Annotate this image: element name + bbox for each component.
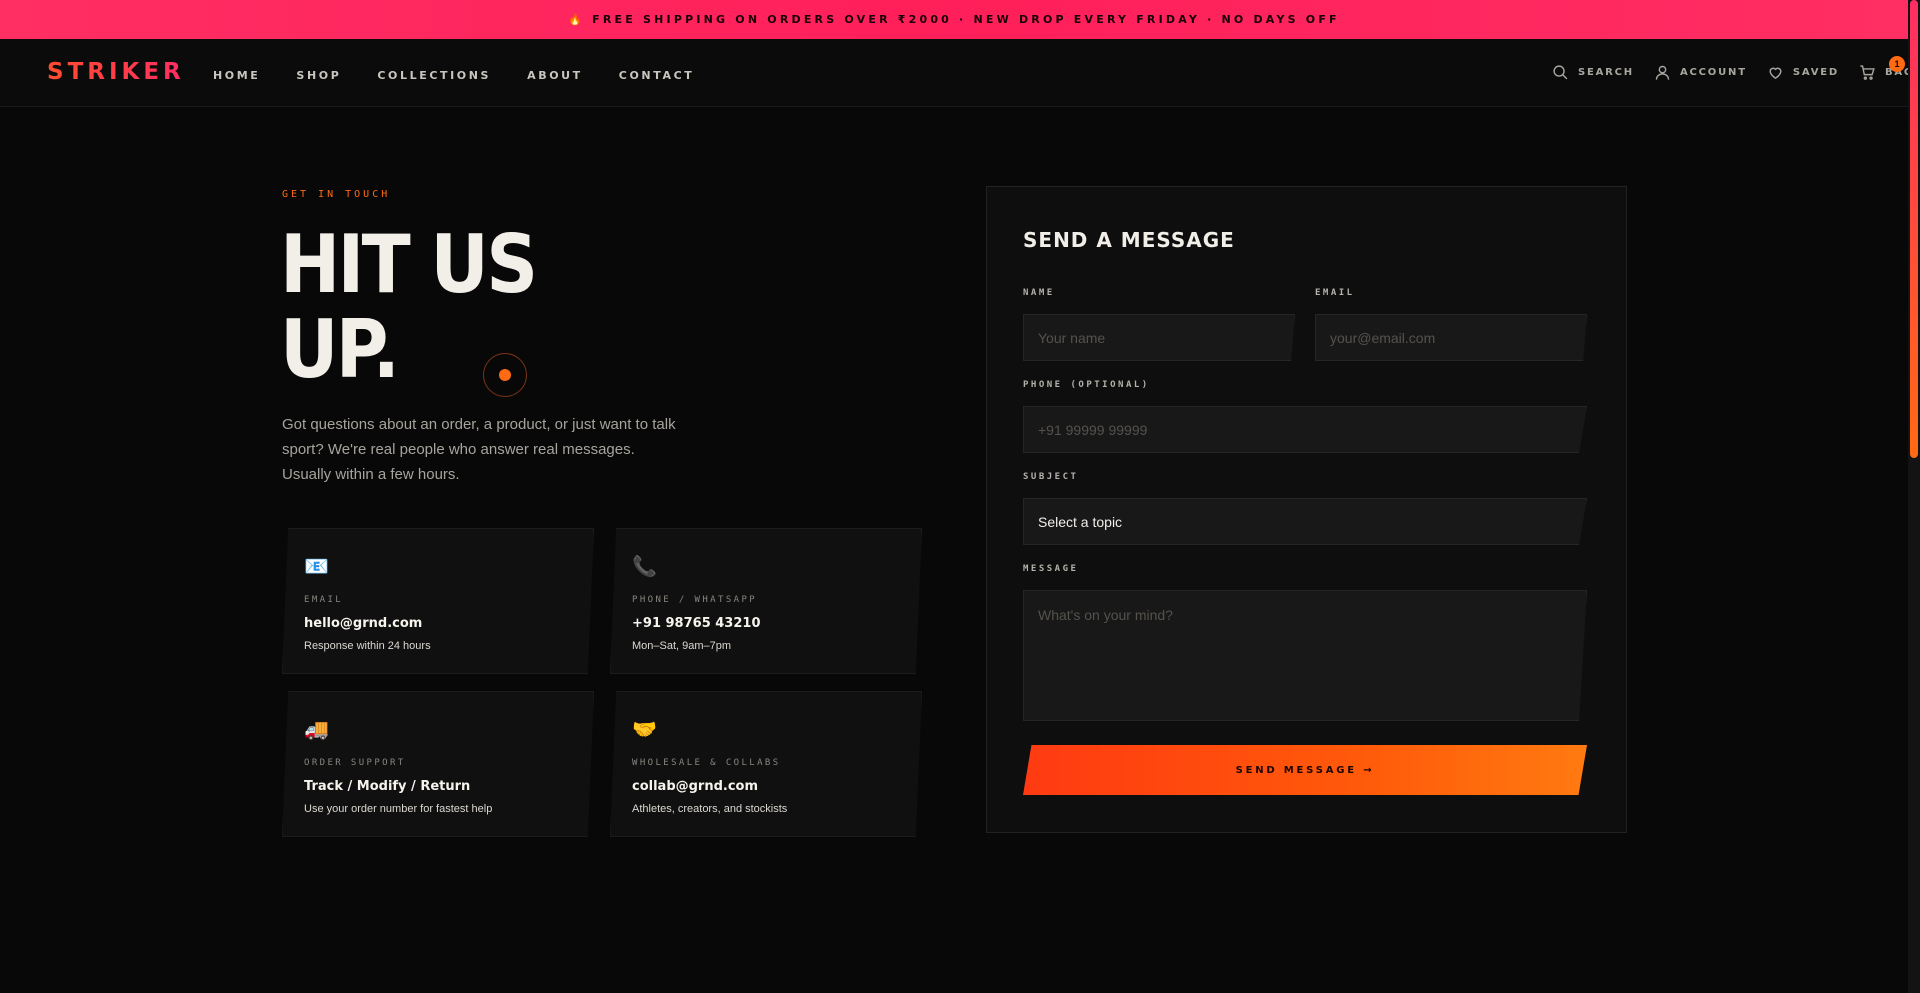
- contact-card-email[interactable]: 📧 EMAIL hello@grnd.com Response within 2…: [282, 528, 594, 674]
- contact-card-order-support[interactable]: 🚚 ORDER SUPPORT Track / Modify / Return …: [282, 691, 594, 837]
- top-navigation: STRIKER HOME SHOP COLLECTIONS ABOUT CONT…: [0, 39, 1912, 107]
- brand-logo[interactable]: STRIKER: [47, 59, 185, 85]
- subject-label: SUBJECT: [1023, 472, 1079, 482]
- cart-icon: [1860, 65, 1875, 80]
- account-button[interactable]: ACCOUNT: [1654, 64, 1747, 81]
- promo-banner: 🔥 FREE SHIPPING ON ORDERS OVER ₹2000 · N…: [0, 0, 1908, 39]
- card-label: PHONE / WHATSAPP: [632, 595, 758, 605]
- email-input[interactable]: [1315, 314, 1587, 361]
- form-title: SEND A MESSAGE: [1023, 228, 1235, 252]
- name-input[interactable]: [1023, 314, 1295, 361]
- contact-form: SEND A MESSAGE NAME EMAIL PHONE (OPTIONA…: [986, 186, 1627, 833]
- card-value[interactable]: Track / Modify / Return: [304, 779, 470, 794]
- card-value[interactable]: hello@grnd.com: [304, 616, 422, 631]
- saved-button[interactable]: SAVED: [1767, 64, 1839, 81]
- phone-input[interactable]: [1023, 406, 1587, 453]
- account-label: ACCOUNT: [1679, 67, 1747, 78]
- saved-label: SAVED: [1792, 67, 1839, 78]
- nav-about[interactable]: ABOUT: [527, 69, 583, 82]
- search-icon: [1553, 65, 1568, 80]
- handshake-icon: 🤝: [632, 719, 657, 741]
- message-textarea[interactable]: [1023, 590, 1587, 721]
- decorative-ring: [483, 353, 527, 397]
- decorative-dot: [499, 369, 511, 381]
- nav-home[interactable]: HOME: [213, 69, 260, 82]
- bag-count-badge: 1: [1888, 56, 1905, 72]
- card-subtext: Athletes, creators, and stockists: [632, 803, 788, 815]
- email-label: EMAIL: [1315, 288, 1355, 298]
- user-icon: [1655, 65, 1670, 80]
- nav-shop[interactable]: SHOP: [296, 69, 341, 82]
- section-eyebrow: GET IN TOUCH: [282, 189, 391, 200]
- card-value[interactable]: collab@grnd.com: [632, 779, 758, 794]
- subject-select[interactable]: Select a topic: [1023, 498, 1587, 545]
- promo-text: 🔥 FREE SHIPPING ON ORDERS OVER ₹2000 · N…: [568, 13, 1340, 26]
- message-label: MESSAGE: [1023, 564, 1079, 574]
- scrollbar-thumb[interactable]: [1910, 0, 1918, 458]
- nav-contact[interactable]: CONTACT: [619, 69, 695, 82]
- intro-text: Got questions about an order, a product,…: [282, 416, 676, 483]
- utility-nav: SEARCH ACCOUNT SAVED BAG 1: [1552, 56, 1920, 81]
- card-subtext: Mon–Sat, 9am–7pm: [632, 640, 732, 652]
- card-subtext: Use your order number for fastest help: [304, 803, 493, 815]
- card-label: EMAIL: [304, 595, 344, 605]
- email-icon: 📧: [304, 556, 329, 578]
- page-title-line-1: HIT US: [280, 218, 538, 311]
- card-label: ORDER SUPPORT: [304, 758, 406, 768]
- truck-icon: 🚚: [304, 719, 329, 741]
- send-message-button[interactable]: SEND MESSAGE →: [1023, 745, 1587, 795]
- card-subtext: Response within 24 hours: [304, 640, 431, 652]
- name-label: NAME: [1023, 288, 1055, 298]
- contact-card-wholesale[interactable]: 🤝 WHOLESALE & COLLABS collab@grnd.com At…: [610, 691, 922, 837]
- subject-selected-value: Select a topic: [1038, 513, 1123, 530]
- contact-card-phone[interactable]: 📞 PHONE / WHATSAPP +91 98765 43210 Mon–S…: [610, 528, 922, 674]
- card-label: WHOLESALE & COLLABS: [632, 758, 781, 768]
- search-button[interactable]: SEARCH: [1552, 64, 1634, 81]
- page-title: HIT US UP.: [280, 222, 820, 392]
- phone-label: PHONE (OPTIONAL): [1023, 380, 1150, 390]
- nav-collections[interactable]: COLLECTIONS: [377, 69, 491, 82]
- bag-button[interactable]: BAG 1: [1859, 56, 1914, 81]
- search-label: SEARCH: [1578, 67, 1634, 78]
- main-menu: HOME SHOP COLLECTIONS ABOUT CONTACT: [213, 69, 730, 82]
- phone-icon: 📞: [632, 556, 657, 578]
- card-value[interactable]: +91 98765 43210: [632, 616, 761, 631]
- page-title-line-2: UP.: [280, 303, 400, 396]
- heart-icon: [1769, 67, 1782, 79]
